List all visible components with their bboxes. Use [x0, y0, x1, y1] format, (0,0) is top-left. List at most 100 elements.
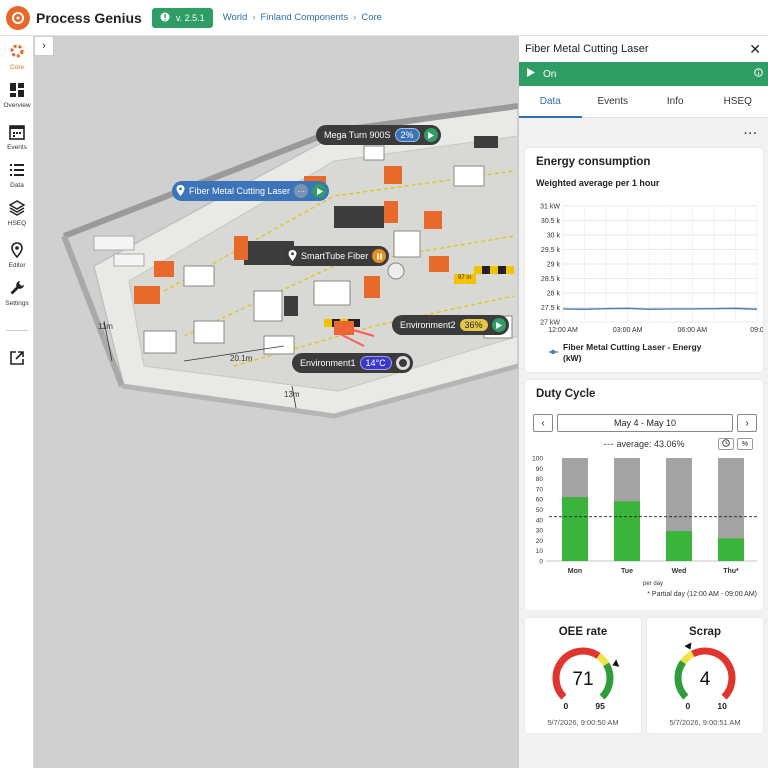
tab-events[interactable]: Events [582, 86, 645, 117]
energy-line-chart: 27 kW 27.5 k 28 k 28.5 k 29 k 29.5 k 30 k 30.5 … [540, 204, 763, 364]
factory-3d-map[interactable]: › 97 m 20.1m 11m 13m Mega Turn 900S 2% F… [34, 36, 518, 768]
duty-bar-active [614, 501, 640, 561]
play-icon[interactable] [312, 184, 327, 198]
machine-pin-mega-turn[interactable]: Mega Turn 900S 2% [316, 125, 441, 145]
breadcrumb-separator-icon: › [252, 12, 256, 23]
breadcrumb-world[interactable]: World [223, 12, 248, 23]
panel-tabs: Data Events Info HSEQ [519, 86, 768, 118]
tab-info[interactable]: Info [644, 86, 707, 117]
status-label: On [543, 68, 557, 80]
list-icon [9, 162, 25, 180]
gauge-max-label: 95 [595, 701, 605, 711]
y-tick-label: 29.5 k [541, 247, 561, 254]
nav-item-events[interactable]: Events [0, 124, 34, 151]
gauge-pointer [612, 659, 620, 667]
y-tick-label: 0 [539, 559, 543, 566]
floor-marking-label: 97 m [458, 275, 472, 281]
pause-icon[interactable] [372, 249, 387, 263]
collapse-nav-button[interactable]: › [34, 36, 54, 56]
x-axis-label: per day [643, 581, 663, 587]
map-pin-icon [288, 249, 297, 263]
x-tick-label: 06:00 AM [678, 327, 708, 334]
y-tick-label: 30.5 k [541, 218, 561, 225]
nav-divider [6, 330, 28, 331]
gauge-value: 71 [572, 669, 593, 690]
info-icon[interactable] [754, 68, 763, 80]
y-tick-label: 29 k [547, 262, 561, 269]
machine-pin-fiber-laser[interactable]: Fiber Metal Cutting Laser ··· [172, 181, 330, 201]
duty-cycle-card: Duty Cycle ‹ May 4 - May 10 › - - - aver… [525, 380, 763, 610]
layers-icon [8, 200, 26, 218]
dimension-label: 13m [284, 390, 300, 399]
pin-badge: 2% [394, 128, 420, 142]
x-tick-label: Wed [672, 568, 687, 575]
y-tick-label: 50 [536, 507, 544, 514]
nav-label: Overview [3, 102, 31, 109]
duty-bar-active [562, 497, 588, 561]
energy-series-line [562, 307, 758, 310]
y-tick-label: 28 k [547, 291, 561, 298]
y-tick-label: 30 k [547, 233, 561, 240]
app-title: Process Genius [36, 9, 142, 26]
scrap-timestamp: 5/7/2026, 9:00:51 AM [669, 718, 741, 727]
breadcrumb: World › Finland Components › Core [223, 12, 382, 23]
scrap-card: Scrap 4 0 10 5/7/2026, 9:00:51 AM [647, 618, 763, 733]
version-label: v. 2.5.1 [175, 12, 205, 23]
y-tick-label: 30 [536, 528, 544, 535]
close-icon[interactable]: ✕ [749, 41, 761, 58]
nav-item-core[interactable]: Core [0, 42, 34, 71]
nav-item-overview[interactable]: Overview [0, 82, 34, 109]
gauge-zone-arc [599, 662, 614, 700]
oee-rate-card: OEE rate 71 0 95 5/7/2026, 9:00:50 AM [525, 618, 641, 733]
pin-label: Mega Turn 900S [324, 130, 391, 140]
play-icon[interactable] [491, 318, 506, 332]
panel-title: Fiber Metal Cutting Laser [525, 43, 649, 55]
map-pin-icon [9, 242, 25, 260]
more-options-icon[interactable]: ··· [744, 128, 758, 140]
breadcrumb-core[interactable]: Core [361, 12, 382, 23]
pin-label: SmartTube Fiber [301, 251, 369, 261]
x-tick-label: Mon [568, 568, 582, 575]
factory-floor-drawing [61, 103, 518, 419]
nav-item-external-link[interactable] [0, 350, 34, 368]
gauge-min-label: 0 [686, 701, 691, 711]
process-genius-logo-icon[interactable] [6, 5, 30, 30]
nav-label: Editor [8, 262, 26, 269]
nav-item-editor[interactable]: Editor [0, 242, 34, 269]
sensor-pin-environment1[interactable]: Environment1 14°C [292, 353, 413, 373]
play-icon[interactable] [423, 128, 438, 142]
y-tick-label: 70 [536, 486, 544, 493]
nav-label: Events [7, 144, 27, 151]
nav-item-data[interactable]: Data [0, 162, 34, 189]
y-tick-label: 80 [536, 476, 544, 483]
nav-item-settings[interactable]: Settings [0, 280, 34, 307]
x-tick-label: 03:00 AM [613, 327, 643, 334]
nav-item-hseq[interactable]: HSEQ [0, 200, 34, 227]
energy-consumption-card: Energy consumption Weighted average per … [525, 148, 763, 372]
y-tick-label: 40 [536, 517, 544, 524]
grid-icon [9, 82, 25, 100]
machine-detail-panel: Fiber Metal Cutting Laser ✕ On Data Even… [518, 36, 768, 768]
machine-pin-smarttube[interactable]: SmartTube Fiber [284, 246, 390, 266]
more-icon[interactable]: ··· [294, 184, 309, 198]
x-tick-label: Thu* [723, 568, 739, 575]
y-tick-label: 90 [536, 466, 544, 473]
legend-marker [550, 349, 556, 355]
breadcrumb-separator-icon: › [353, 12, 357, 23]
tab-data[interactable]: Data [519, 86, 582, 118]
gauge-zone-arc [691, 647, 736, 700]
scrap-gauge: 4 0 10 [674, 642, 736, 711]
machine-status-bar: On [519, 62, 768, 86]
footnote: * Partial day (12:00 AM - 09:00 AM) [647, 591, 757, 598]
version-badge[interactable]: v. 2.5.1 [151, 7, 213, 28]
tab-hseq[interactable]: HSEQ [707, 86, 768, 117]
core-logo-icon [8, 42, 26, 62]
top-header: Process Genius v. 2.5.1 World › Finland … [0, 0, 768, 36]
sensor-pin-environment2[interactable]: Environment2 36% [392, 315, 509, 335]
duty-cycle-bar-chart: 0 10 20 30 40 50 60 70 80 90 100 Mon Tue Wed Thu* per d… [532, 456, 757, 598]
legend-label: (kW) [563, 353, 582, 363]
gauge-min-label: 0 [564, 701, 569, 711]
status-ring-icon[interactable] [395, 356, 410, 370]
dimension-label: 20.1m [230, 354, 253, 363]
breadcrumb-finland-components[interactable]: Finland Components [261, 12, 349, 23]
